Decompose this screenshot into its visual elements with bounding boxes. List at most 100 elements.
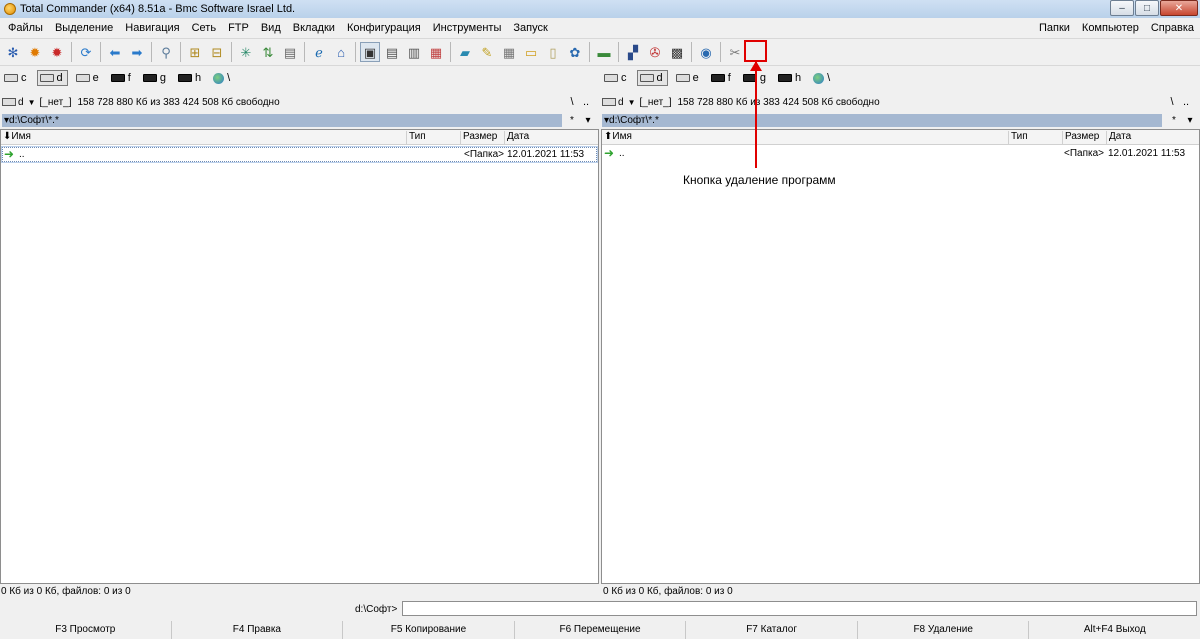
- drive-button-f[interactable]: f: [709, 70, 735, 86]
- menu-tools[interactable]: Инструменты: [427, 22, 508, 34]
- menu-view[interactable]: Вид: [255, 22, 287, 34]
- drive-button-e[interactable]: e: [74, 70, 103, 86]
- gear-orange-button[interactable]: ✹: [25, 42, 45, 62]
- drive-button-h[interactable]: h: [176, 70, 205, 86]
- notepad-button[interactable]: ▤: [280, 42, 300, 62]
- right-file-panel[interactable]: ⬆Имя Тип Размер Дата ➜ .. <Папка> 12.01.…: [601, 129, 1200, 584]
- column-date[interactable]: Дата: [504, 131, 598, 144]
- left-drive-bar: c d e f g h \: [2, 68, 592, 88]
- drive-button-d[interactable]: d: [636, 70, 668, 86]
- brief-button[interactable]: ▥: [404, 42, 424, 62]
- ie-icon: ℯ: [315, 44, 323, 60]
- minimize-button[interactable]: –: [1110, 0, 1134, 16]
- gear-blue-button[interactable]: ✻: [3, 42, 23, 62]
- column-size[interactable]: Размер: [1062, 131, 1106, 144]
- table-row[interactable]: ➜ .. <Папка> 12.01.2021 11:53: [603, 147, 1198, 162]
- column-name[interactable]: ⬇Имя: [1, 131, 406, 144]
- menu-start[interactable]: Запуск: [507, 22, 553, 34]
- drive-button-h[interactable]: h: [776, 70, 805, 86]
- right-path-bar[interactable]: ▾d:\Софт\*.*: [602, 114, 1162, 127]
- root-button[interactable]: \: [1165, 96, 1179, 108]
- column-name[interactable]: ⬆Имя: [602, 131, 1008, 144]
- ie-button[interactable]: ℯ: [309, 42, 329, 62]
- unpack-icon: ⊟: [211, 44, 223, 60]
- drive-button-g[interactable]: g: [141, 70, 170, 86]
- menu-computer[interactable]: Компьютер: [1076, 22, 1145, 34]
- left-drive-combo[interactable]: d ▼: [2, 97, 39, 108]
- tools-button[interactable]: ✂: [725, 42, 745, 62]
- menu-navigation[interactable]: Навигация: [119, 22, 185, 34]
- column-type[interactable]: Тип: [406, 131, 460, 144]
- back-arrow-button[interactable]: ⬅: [105, 42, 125, 62]
- drive-button-c[interactable]: c: [602, 70, 631, 86]
- left-file-panel[interactable]: ⬇Имя Тип Размер Дата ➜ .. <Папка> 12.01.…: [0, 129, 599, 584]
- terminal-button[interactable]: ▩: [667, 42, 687, 62]
- pack-button[interactable]: ⊞: [185, 42, 205, 62]
- compare-button[interactable]: ⇅: [258, 42, 278, 62]
- sync-icon: ✳: [240, 44, 252, 60]
- calc-button[interactable]: ▦: [499, 42, 519, 62]
- annotation-arrow-line: [755, 62, 757, 168]
- refresh-button[interactable]: ⟳: [76, 42, 96, 62]
- menu-configuration[interactable]: Конфигурация: [341, 22, 427, 34]
- network-button[interactable]: ✿: [565, 42, 585, 62]
- f8-delete-button[interactable]: F8 Удаление: [858, 621, 1030, 639]
- history-dropdown-icon[interactable]: ▾: [580, 115, 596, 126]
- row-name: ..: [19, 149, 25, 160]
- drive-button-c[interactable]: c: [2, 70, 31, 86]
- menu-folders[interactable]: Папки: [1033, 22, 1076, 34]
- chevron-down-icon: ▼: [27, 97, 36, 107]
- f7-mkdir-button[interactable]: F7 Каталог: [686, 621, 858, 639]
- gear-red-button[interactable]: ✹: [47, 42, 67, 62]
- toolbar-separator: [180, 42, 181, 62]
- list-button[interactable]: ▤: [382, 42, 402, 62]
- f6-move-button[interactable]: F6 Перемещение: [515, 621, 687, 639]
- notes-button[interactable]: ▭: [521, 42, 541, 62]
- menu-files[interactable]: Файлы: [2, 22, 49, 34]
- table-row[interactable]: ➜ .. <Папка> 12.01.2021 11:53: [1, 146, 598, 163]
- hardware-button[interactable]: ▬: [594, 42, 614, 62]
- root-button[interactable]: \: [565, 96, 579, 108]
- menu-network[interactable]: Сеть: [186, 22, 222, 34]
- left-path-bar[interactable]: ▾d:\Софт\*.*: [2, 114, 562, 127]
- menu-ftp[interactable]: FTP: [222, 22, 255, 34]
- menu-help[interactable]: Справка: [1145, 22, 1200, 34]
- menu-tabs[interactable]: Вкладки: [287, 22, 341, 34]
- right-drive-combo[interactable]: d ▼: [602, 97, 639, 108]
- drive-button-f[interactable]: f: [109, 70, 135, 86]
- column-size[interactable]: Размер: [460, 131, 504, 144]
- filter-star[interactable]: *: [1166, 115, 1182, 126]
- drive-button-e[interactable]: e: [674, 70, 703, 86]
- unpack-button[interactable]: ⊟: [207, 42, 227, 62]
- maximize-button[interactable]: □: [1135, 0, 1159, 16]
- f3-view-button[interactable]: F3 Просмотр: [0, 621, 172, 639]
- windows-button[interactable]: ▞: [623, 42, 643, 62]
- globe-button[interactable]: ◉: [696, 42, 716, 62]
- view-mode-button[interactable]: ▣: [360, 42, 380, 62]
- up-button[interactable]: ..: [579, 96, 593, 108]
- up-button[interactable]: ..: [1179, 96, 1193, 108]
- right-column-header: ⬆Имя Тип Размер Дата: [602, 130, 1199, 145]
- f5-copy-button[interactable]: F5 Копирование: [343, 621, 515, 639]
- close-button[interactable]: ✕: [1160, 0, 1198, 16]
- alt-f4-exit-button[interactable]: Alt+F4 Выход: [1029, 621, 1200, 639]
- history-dropdown-icon[interactable]: ▾: [1182, 115, 1198, 126]
- drive-button-d[interactable]: d: [36, 70, 68, 86]
- ftp-button[interactable]: ⌂: [331, 42, 351, 62]
- forward-arrow-button[interactable]: ➡: [127, 42, 147, 62]
- command-input[interactable]: [402, 601, 1197, 616]
- paint-button[interactable]: ✎: [477, 42, 497, 62]
- column-date[interactable]: Дата: [1106, 131, 1199, 144]
- doc-button[interactable]: ▯: [543, 42, 563, 62]
- drive-button-network[interactable]: \: [811, 70, 834, 86]
- menu-selection[interactable]: Выделение: [49, 22, 119, 34]
- search-button[interactable]: ⚲: [156, 42, 176, 62]
- filter-star[interactable]: *: [564, 115, 580, 126]
- sync-button[interactable]: ✳: [236, 42, 256, 62]
- column-type[interactable]: Тип: [1008, 131, 1062, 144]
- thumbnails-button[interactable]: ▦: [426, 42, 446, 62]
- uninstall-button[interactable]: ✇: [645, 42, 665, 62]
- ruler-button[interactable]: ▰: [455, 42, 475, 62]
- f4-edit-button[interactable]: F4 Правка: [172, 621, 344, 639]
- drive-button-network[interactable]: \: [211, 70, 234, 86]
